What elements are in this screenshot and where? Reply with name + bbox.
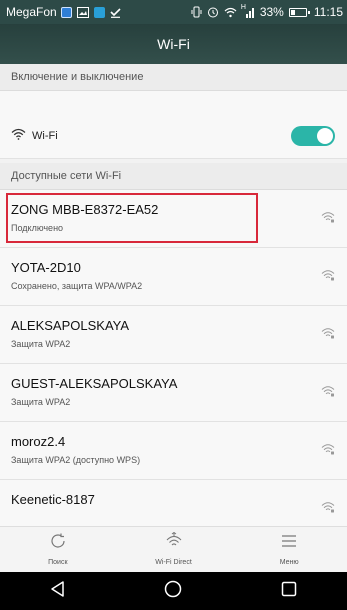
cell-signal-icon: H: [240, 3, 255, 18]
wifi-signal-icon: [321, 384, 335, 402]
home-icon[interactable]: [163, 579, 183, 604]
page-title: Wi-Fi: [157, 36, 190, 52]
menu-button[interactable]: Меню: [231, 527, 347, 573]
wifi-toggle-switch[interactable]: [291, 125, 335, 146]
recents-icon[interactable]: [279, 579, 299, 604]
wifi-signal-icon: [321, 210, 335, 228]
network-list[interactable]: ZONG MBB-E8372-EA52 Подключено YOTA-2D10…: [0, 190, 347, 526]
network-name: YOTA-2D10: [11, 260, 81, 275]
network-item-guest[interactable]: GUEST-ALEKSAPOLSKAYA Защита WPA2: [0, 364, 347, 422]
wifi-signal-icon: [321, 500, 335, 518]
app-notification-icon: [60, 6, 72, 18]
network-name: ZONG MBB-E8372-EA52: [11, 202, 159, 217]
toggle-section-label: Включение и выключение: [11, 71, 144, 83]
network-status: Подключено: [11, 223, 64, 233]
refresh-search-icon: [49, 532, 67, 555]
carrier-name: MegaFon: [6, 5, 57, 19]
wifi-signal-icon: [321, 326, 335, 344]
network-item-moroz[interactable]: moroz2.4 Защита WPA2 (доступно WPS): [0, 422, 347, 480]
back-icon[interactable]: [48, 579, 68, 604]
network-status: Сохранено, защита WPA/WPA2: [11, 281, 143, 291]
networks-section-label: Доступные сети Wi-Fi: [11, 170, 122, 182]
app-store-icon: [93, 6, 105, 18]
title-bar: Wi-Fi: [0, 24, 347, 64]
network-type-label: H: [240, 3, 246, 11]
battery-fill: [290, 9, 295, 15]
wifi-toggle-row[interactable]: Wi-Fi: [0, 113, 347, 159]
network-status: Защита WPA2: [11, 339, 71, 349]
wifi-toggle-label: Wi-Fi: [32, 129, 58, 142]
vibrate-icon: [191, 6, 202, 18]
wifi-status-icon: [224, 7, 237, 18]
network-name: Keenetic-8187: [11, 492, 95, 507]
search-label: Поиск: [48, 559, 68, 566]
network-item-keenetic[interactable]: Keenetic-8187: [0, 480, 347, 526]
networks-section-header: Доступные сети Wi-Fi: [0, 163, 347, 190]
toggle-knob: [317, 127, 333, 144]
wifi-direct-icon: [165, 531, 183, 555]
network-item-zong[interactable]: ZONG MBB-E8372-EA52 Подключено: [0, 190, 347, 248]
search-button[interactable]: Поиск: [0, 527, 116, 573]
wifi-icon: [11, 127, 26, 145]
network-name: GUEST-ALEKSAPOLSKAYA: [11, 376, 178, 391]
toggle-section-header: Включение и выключение: [0, 64, 347, 91]
status-bar: MegaFon H 33% 11:15: [0, 0, 347, 24]
wifi-direct-label: Wi-Fi Direct: [155, 559, 192, 566]
bottom-action-bar: Поиск Wi-Fi Direct Меню: [0, 526, 347, 573]
system-nav-bar: [0, 572, 347, 610]
alarm-icon: [207, 6, 219, 18]
wifi-signal-icon: [321, 268, 335, 286]
menu-label: Меню: [279, 559, 299, 566]
network-item-aleksapolskaya[interactable]: ALEKSAPOLSKAYA Защита WPA2: [0, 306, 347, 364]
network-name: moroz2.4: [11, 434, 66, 449]
menu-icon: [280, 532, 298, 555]
wifi-signal-icon: [321, 442, 335, 460]
download-done-icon: [110, 7, 121, 18]
network-status: Защита WPA2: [11, 397, 71, 407]
wifi-direct-button[interactable]: Wi-Fi Direct: [116, 527, 232, 573]
battery-percent: 33%: [259, 5, 284, 19]
network-name: ALEKSAPOLSKAYA: [11, 318, 130, 333]
network-status: Защита WPA2 (доступно WPS): [11, 455, 141, 465]
image-notification-icon: [76, 6, 89, 18]
battery-icon: [288, 7, 310, 17]
network-item-yota[interactable]: YOTA-2D10 Сохранено, защита WPA/WPA2: [0, 248, 347, 306]
clock: 11:15: [313, 5, 343, 19]
